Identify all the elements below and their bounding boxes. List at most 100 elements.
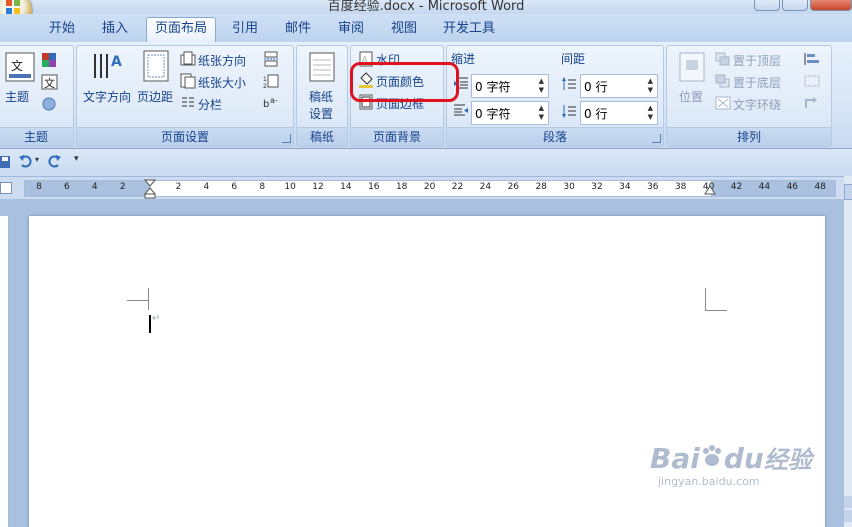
text-wrapping-icon[interactable]	[715, 96, 731, 110]
line-numbers-icon[interactable]: 12	[263, 73, 285, 89]
ribbon-tabs: 开始 插入 页面布局 引用 邮件 审阅 视图 开发工具	[0, 14, 852, 43]
tab-home[interactable]: 开始	[42, 18, 82, 40]
theme-effects-icon[interactable]	[41, 96, 59, 112]
right-indent-marker-icon[interactable]	[704, 185, 716, 196]
spacing-before-input[interactable]: 0 行 ▲ ▼	[580, 74, 658, 98]
svg-text:A: A	[111, 54, 122, 70]
group-objects-icon[interactable]	[803, 74, 823, 88]
ruler-number: 48	[814, 182, 826, 192]
rotate-icon[interactable]	[803, 96, 823, 110]
tab-view[interactable]: 视图	[384, 18, 424, 40]
columns-label[interactable]: 分栏	[198, 96, 222, 113]
spin-up-icon[interactable]: ▲	[539, 104, 544, 112]
indent-right-input[interactable]: 0 字符 ▲ ▼	[471, 101, 549, 125]
ruler-number: 6	[231, 182, 238, 192]
columns-icon[interactable]	[180, 95, 196, 111]
ruler-number: 32	[591, 182, 603, 192]
orientation-icon[interactable]	[180, 51, 196, 67]
ruler-number: 18	[395, 182, 408, 192]
text-wrapping-label[interactable]: 文字环绕	[733, 96, 781, 113]
bring-to-front-label[interactable]: 置于顶层	[733, 52, 781, 69]
spin-down-icon[interactable]: ▼	[648, 113, 653, 121]
close-button[interactable]	[810, 0, 852, 11]
breaks-icon[interactable]	[263, 51, 285, 67]
spin-up-icon[interactable]: ▲	[648, 104, 653, 112]
position-label[interactable]: 位置	[679, 88, 703, 105]
window-controls	[754, 0, 852, 12]
align-icon[interactable]	[803, 52, 823, 66]
spacing-before-value: 0 行	[584, 80, 608, 94]
page-setup-launcher-icon[interactable]	[282, 134, 291, 143]
position-icon[interactable]	[679, 52, 705, 82]
tab-selector-icon[interactable]	[0, 182, 12, 194]
bring-to-front-icon[interactable]	[715, 52, 731, 66]
select-browse-object-button[interactable]	[844, 510, 852, 522]
undo-icon[interactable]	[18, 154, 32, 168]
prev-page-button[interactable]	[844, 496, 852, 508]
undo-dropdown-icon[interactable]: ▾	[35, 155, 39, 164]
minimize-button[interactable]	[754, 0, 780, 11]
margins-icon[interactable]	[143, 50, 169, 82]
paper-size-icon[interactable]	[180, 73, 196, 89]
ruler-number: 36	[647, 182, 659, 192]
spin-up-icon[interactable]: ▲	[648, 77, 653, 85]
tab-developer[interactable]: 开发工具	[437, 18, 501, 40]
save-icon[interactable]	[0, 155, 12, 169]
ruler-number: 10	[284, 182, 296, 192]
manuscript-icon[interactable]	[309, 52, 335, 82]
themes-icon[interactable]: 文	[5, 52, 35, 82]
theme-fonts-icon[interactable]: 文	[41, 74, 59, 90]
vertical-ruler[interactable]	[0, 216, 9, 527]
paragraph-launcher-icon[interactable]	[652, 134, 661, 143]
ruler-number: 14	[340, 182, 352, 192]
spacing-after-input[interactable]: 0 行 ▲ ▼	[580, 101, 658, 125]
ruler-number: 8	[259, 182, 266, 192]
group-label-themes: 主题	[0, 127, 73, 146]
manuscript-label-2[interactable]: 设置	[309, 105, 333, 122]
svg-text:1: 1	[263, 76, 267, 83]
paper-size-label[interactable]: 纸张大小	[198, 74, 246, 91]
indent-right-value: 0 字符	[475, 107, 511, 121]
text-direction-label[interactable]: 文字方向	[83, 88, 131, 105]
ruler-number: 46	[786, 182, 799, 192]
spin-down-icon[interactable]: ▼	[648, 86, 653, 94]
tab-page-layout[interactable]: 页面布局	[146, 17, 216, 43]
tab-mailings[interactable]: 邮件	[278, 18, 318, 40]
baidu-paw-icon	[702, 445, 721, 466]
send-to-back-label[interactable]: 置于底层	[733, 74, 781, 91]
hyphenation-icon[interactable]: b a-	[263, 95, 285, 111]
redo-icon[interactable]	[48, 154, 62, 168]
indent-left-input[interactable]: 0 字符 ▲ ▼	[471, 74, 549, 98]
scroll-up-button[interactable]	[844, 184, 852, 200]
text-direction-icon[interactable]: A	[91, 50, 125, 82]
tab-review[interactable]: 审阅	[331, 18, 371, 40]
crop-mark-top-left-h	[127, 300, 149, 301]
ruler-number: 30	[563, 182, 575, 192]
margins-label[interactable]: 页边距	[137, 88, 173, 105]
vertical-scrollbar[interactable]	[844, 176, 852, 527]
ruler-number: 22	[451, 182, 464, 192]
horizontal-ruler[interactable]: 8 6 4 2 2 4 6 8 10 12 14 16 18 20 22 24 26 28 30 32 34 36 38 40…	[24, 179, 836, 199]
watermark-text-bai: Bai	[650, 442, 700, 475]
themes-label[interactable]: 主题	[5, 88, 29, 105]
group-manuscript: 稿纸 设置 稿纸	[296, 45, 348, 147]
customize-qat-icon[interactable]: ▾	[74, 154, 79, 164]
text-cursor	[149, 315, 151, 333]
spin-up-icon[interactable]: ▲	[539, 77, 544, 85]
indent-marker-icon[interactable]	[144, 179, 156, 199]
ruler-number: 28	[535, 182, 547, 192]
tab-insert[interactable]: 插入	[95, 18, 135, 40]
send-to-back-icon[interactable]	[715, 74, 731, 88]
ruler-number: 6	[64, 182, 70, 192]
tab-references[interactable]: 引用	[225, 18, 265, 40]
theme-colors-icon[interactable]	[41, 52, 59, 68]
maximize-button[interactable]	[782, 0, 808, 11]
watermark-text-du: du	[723, 442, 764, 475]
spin-down-icon[interactable]: ▼	[539, 113, 544, 121]
ruler-number: 24	[479, 182, 492, 192]
title-bar: 百度经验.docx - Microsoft Word	[0, 0, 852, 14]
spin-down-icon[interactable]: ▼	[539, 86, 544, 94]
manuscript-label-1[interactable]: 稿纸	[309, 88, 333, 105]
orientation-label[interactable]: 纸张方向	[198, 52, 246, 69]
group-label-page-background: 页面背景	[351, 127, 443, 146]
